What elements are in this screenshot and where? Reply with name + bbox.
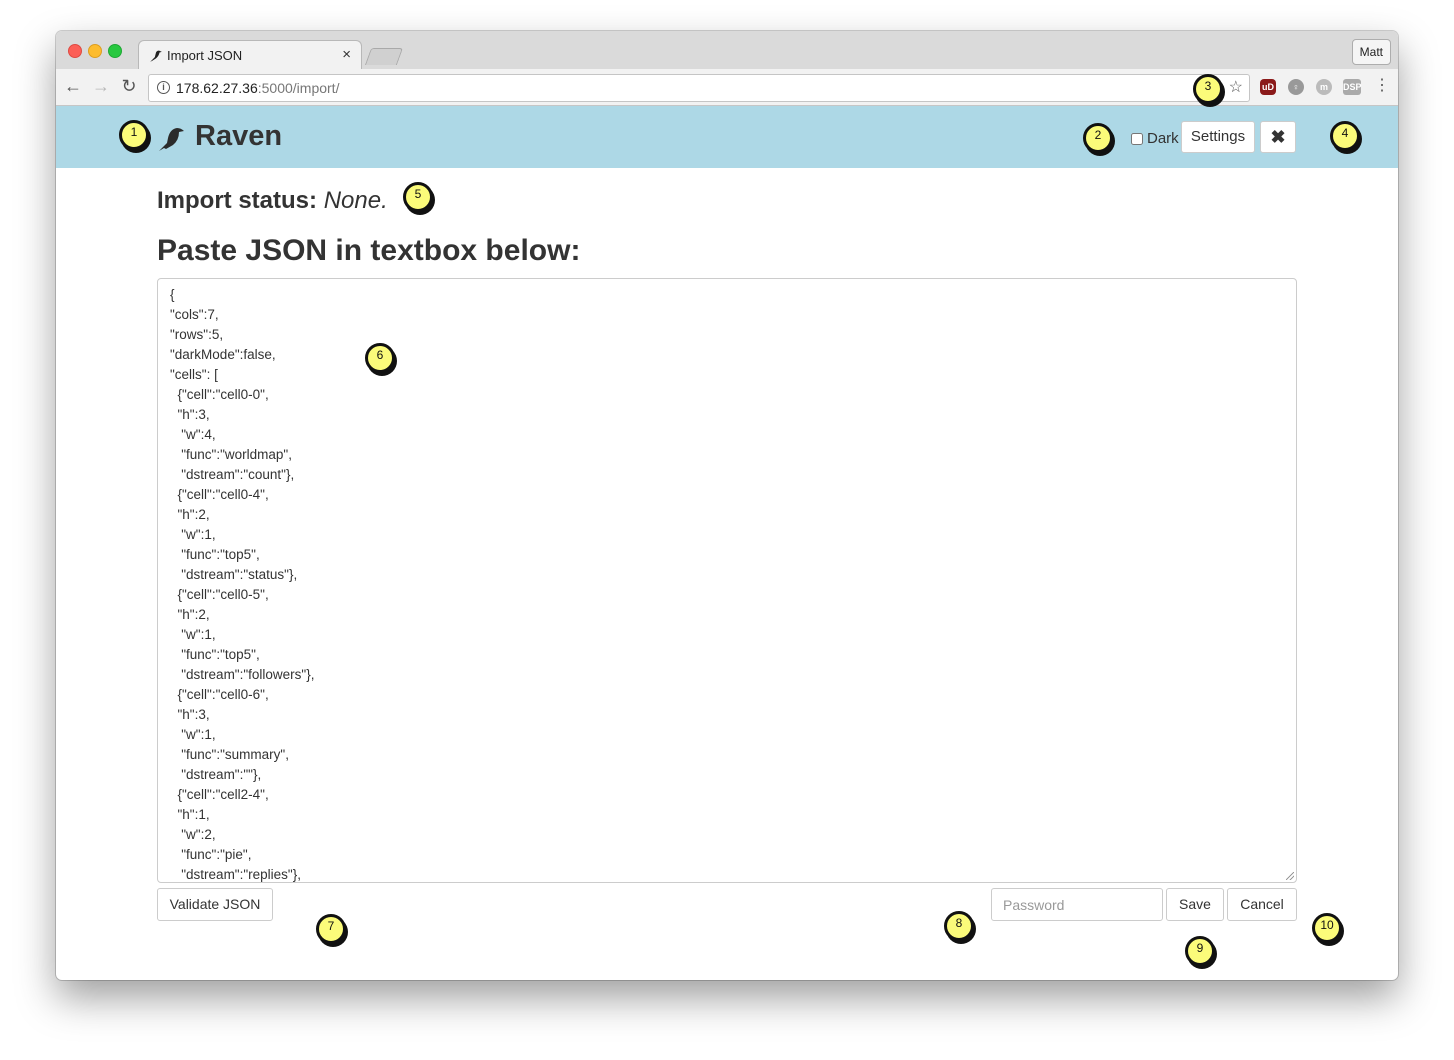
json-line: "cols":7,: [170, 307, 219, 322]
json-line: "func":"summary",: [170, 747, 289, 762]
close-window-button[interactable]: [68, 44, 82, 58]
import-status: Import status: None.: [157, 187, 388, 215]
dark-mode-toggle[interactable]: Dark: [1131, 130, 1179, 147]
json-line: "h":3,: [170, 707, 210, 722]
annotation-marker-6: 6: [365, 343, 395, 373]
json-line: {"cell":"cell0-6",: [170, 687, 269, 702]
dsp-icon[interactable]: DSP: [1343, 79, 1362, 95]
json-line: "h":2,: [170, 507, 210, 522]
json-line: "dstream":"replies"},: [170, 867, 301, 882]
json-line: {"cell":"cell2-4",: [170, 787, 269, 802]
info-icon[interactable]: i: [157, 81, 170, 94]
json-line: {"cell":"cell0-0",: [170, 387, 269, 402]
json-line: {"cell":"cell0-4",: [170, 487, 269, 502]
bulb-icon[interactable]: ♀: [1288, 79, 1304, 95]
dark-mode-label: Dark: [1147, 130, 1179, 147]
json-line: "cells": [: [170, 367, 218, 382]
raven-favicon-icon: [149, 49, 163, 68]
json-textarea[interactable]: { "cols":7, "rows":5, "darkMode":false, "cel…: [157, 278, 1297, 883]
json-line: "h":2,: [170, 607, 210, 622]
menu-dots-icon[interactable]: ⋮: [1374, 75, 1390, 95]
json-line: "h":3,: [170, 407, 210, 422]
json-line: {: [170, 287, 175, 302]
annotation-marker-9: 9: [1185, 936, 1215, 966]
json-line: "dstream":"followers"},: [170, 667, 315, 682]
annotation-marker-8: 8: [944, 911, 974, 941]
url-text[interactable]: 178.62.27.36:5000/import/: [176, 80, 339, 96]
json-line: "w":1,: [170, 627, 216, 642]
close-icon[interactable]: ✖: [1260, 121, 1296, 153]
annotation-marker-1: 1: [119, 120, 149, 150]
json-line: "dstream":"status"},: [170, 567, 298, 582]
json-line: "w":1,: [170, 527, 216, 542]
annotation-marker-7: 7: [316, 914, 346, 944]
minimize-window-button[interactable]: [88, 44, 102, 58]
profile-button[interactable]: Matt: [1351, 39, 1391, 65]
json-line: "darkMode":false,: [170, 347, 276, 362]
json-line: "func":"worldmap",: [170, 447, 292, 462]
back-arrow-icon[interactable]: ←: [62, 76, 84, 97]
annotation-marker-3: 3: [1193, 74, 1223, 104]
json-line: "w":1,: [170, 727, 216, 742]
save-button[interactable]: Save: [1166, 888, 1224, 921]
tab-title: Import JSON: [167, 48, 243, 63]
json-line: "w":2,: [170, 827, 216, 842]
tab-strip: Import JSON × Matt: [56, 31, 1398, 71]
brand-name[interactable]: Raven: [195, 120, 282, 153]
annotation-marker-5: 5: [403, 182, 433, 212]
dark-mode-checkbox[interactable]: [1131, 132, 1143, 145]
json-line: "w":4,: [170, 427, 216, 442]
url-path: :5000/import/: [257, 80, 340, 96]
validate-json-button[interactable]: Validate JSON: [157, 888, 273, 921]
tab-close-icon[interactable]: ×: [342, 46, 351, 63]
m-icon[interactable]: m: [1316, 79, 1332, 95]
annotation-marker-4: 4: [1330, 121, 1360, 151]
page-heading: Paste JSON in textbox below:: [157, 234, 581, 267]
resize-grip-icon[interactable]: [1286, 872, 1294, 880]
forward-arrow-icon[interactable]: →: [90, 76, 112, 97]
cancel-button[interactable]: Cancel: [1227, 888, 1297, 921]
reload-icon[interactable]: ↻: [118, 76, 140, 97]
json-line: "h":1,: [170, 807, 210, 822]
tab-import-json[interactable]: Import JSON ×: [138, 40, 362, 71]
new-tab-button[interactable]: [364, 48, 404, 65]
address-bar[interactable]: i 178.62.27.36:5000/import/ ☆: [148, 74, 1250, 102]
annotation-marker-2: 2: [1083, 123, 1113, 153]
json-line: "func":"top5",: [170, 647, 260, 662]
json-line: "func":"top5",: [170, 547, 260, 562]
json-line: "func":"pie",: [170, 847, 252, 862]
ublock-icon[interactable]: uD: [1260, 79, 1276, 95]
raven-logo-icon: [158, 126, 186, 157]
annotation-marker-10: 10: [1312, 913, 1342, 943]
import-status-label: Import status:: [157, 187, 318, 214]
json-line: "dstream":"count"},: [170, 467, 295, 482]
import-status-value: None.: [323, 187, 388, 214]
app-header: Raven Dark Settings ✖: [56, 106, 1398, 168]
password-input[interactable]: [991, 888, 1163, 921]
json-line: "dstream":""},: [170, 767, 262, 782]
browser-window: Import JSON × Matt ← → ↻ i 178.62.27.36:…: [56, 31, 1398, 980]
zoom-window-button[interactable]: [108, 44, 122, 58]
json-line: "rows":5,: [170, 327, 224, 342]
url-host: 178.62.27.36: [176, 80, 258, 96]
settings-button[interactable]: Settings: [1181, 121, 1255, 153]
json-line: {"cell":"cell0-5",: [170, 587, 269, 602]
star-icon[interactable]: ☆: [1229, 77, 1243, 97]
